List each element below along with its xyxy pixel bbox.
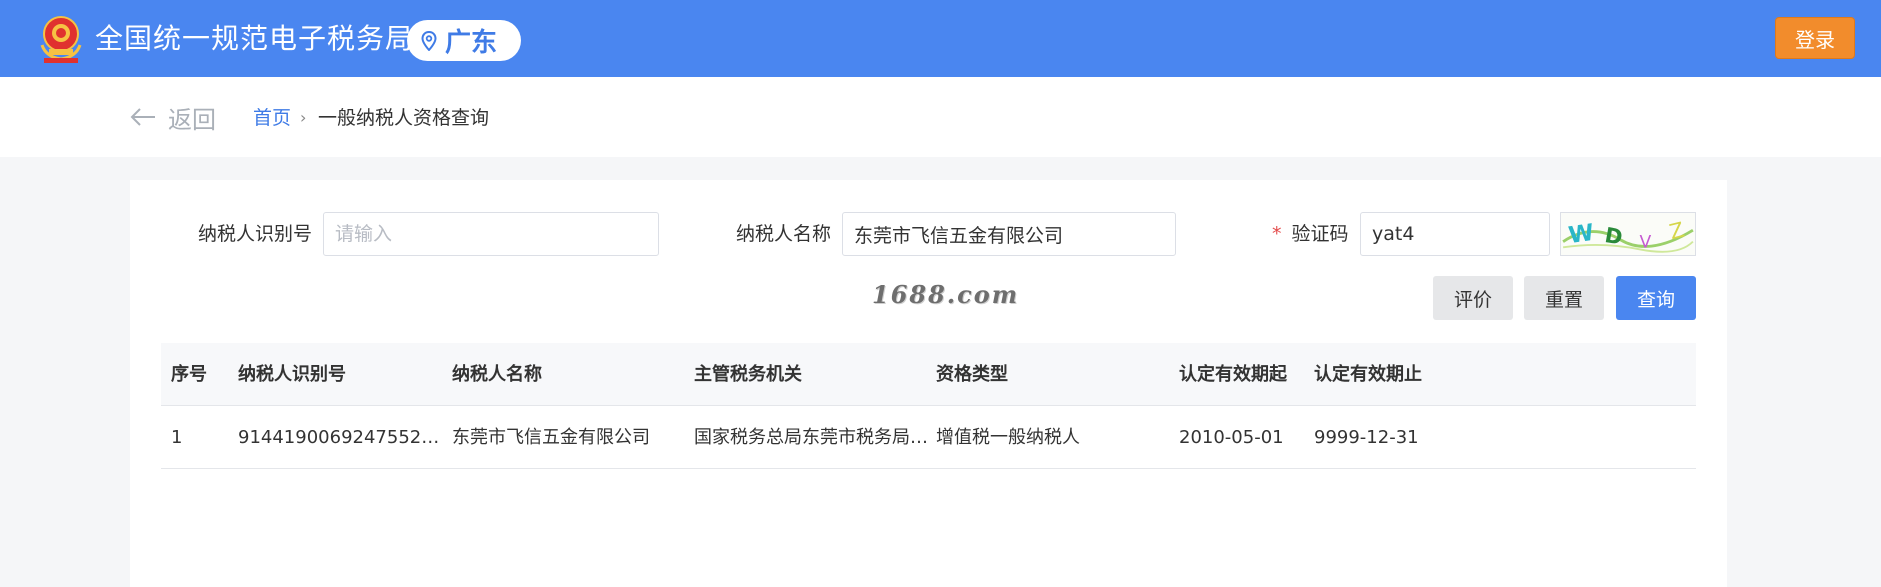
taxpayer-name-label: 纳税人名称 [736,223,832,245]
cell-taxpayer-id: 91441900692475524C [238,427,443,448]
column-header-taxpayer-name: 纳税人名称 [452,364,542,385]
column-header-valid-from: 认定有效期起 [1179,364,1287,385]
arrow-left-icon [130,108,155,126]
top-header-bar: 全国统一规范电子税务局 广东 登录 [0,0,1881,77]
query-button[interactable]: 查询 [1616,276,1696,320]
breadcrumb-current: 一般纳税人资格查询 [318,107,490,129]
region-label: 广东 [445,28,498,58]
column-header-valid-to: 认定有效期止 [1314,364,1422,385]
table-row: 1 91441900692475524C 东莞市飞信五金有限公司 国家税务总局东莞市税… [161,406,1696,469]
table-header-row: 序号 纳税人识别号 纳税人名称 主管税务机关 资格类型 认定有效期起 认定有效期止 [161,343,1696,406]
site-title: 全国统一规范电子税务局 [95,22,415,55]
back-button[interactable]: 返回 [130,100,216,134]
cell-valid-to: 9999-12-31 [1314,427,1419,448]
reset-button[interactable]: 重置 [1524,276,1604,320]
captcha-char: W [1567,220,1596,249]
taxpayer-id-label: 纳税人识别号 [198,223,313,245]
column-header-seq: 序号 [171,364,207,385]
captcha-image[interactable]: W D V Z [1560,212,1696,256]
cell-taxpayer-name: 东莞市飞信五金有限公司 [452,427,650,448]
column-header-tax-authority: 主管税务机关 [694,364,802,385]
captcha-label-text: 验证码 [1291,223,1349,245]
subnav-bar: 返回 首页 › 一般纳税人资格查询 [0,77,1881,157]
breadcrumb-separator: › [300,108,307,127]
taxpayer-id-input[interactable] [323,212,659,256]
region-selector[interactable]: 广东 [407,20,521,61]
taxpayer-name-input[interactable] [842,212,1176,256]
breadcrumb-home-link[interactable]: 首页 [253,105,291,131]
captcha-char: V [1639,232,1651,252]
cell-qualification-type: 增值税一般纳税人 [936,427,1080,448]
cell-valid-from: 2010-05-01 [1179,427,1284,448]
captcha-input[interactable] [1360,212,1550,256]
back-label: 返回 [168,105,216,134]
location-pin-icon [421,30,437,51]
watermark-text: 1688.com [872,280,1020,309]
national-tax-emblem-icon [40,16,82,63]
column-header-taxpayer-id: 纳税人识别号 [238,364,346,385]
table-body: 1 91441900692475524C 东莞市飞信五金有限公司 国家税务总局东莞市税… [161,406,1696,469]
column-header-qualification-type: 资格类型 [936,364,1008,385]
required-mark: * [1272,223,1282,245]
evaluate-button[interactable]: 评价 [1433,276,1513,320]
query-panel: 纳税人识别号 纳税人名称 * 验证码 W D V Z 1688.com 评价 重置… [130,180,1727,587]
result-table: 序号 纳税人识别号 纳税人名称 主管税务机关 资格类型 认定有效期起 认定有效期止 1 914… [161,343,1696,469]
captcha-label: * 验证码 [1272,212,1349,256]
login-button[interactable]: 登录 [1775,17,1855,59]
cell-tax-authority: 国家税务总局东莞市税务局虎… [694,427,929,448]
cell-seq: 1 [171,427,183,448]
